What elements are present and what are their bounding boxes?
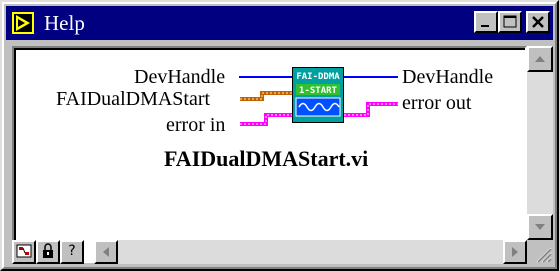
scroll-down-button[interactable]	[527, 214, 553, 240]
labview-arrow-icon	[12, 12, 34, 34]
wire-error-out	[344, 102, 398, 117]
online-help-button[interactable]: ?	[60, 240, 84, 264]
maximize-button[interactable]	[498, 11, 522, 33]
wire-faidualdmastart	[240, 91, 292, 101]
horizontal-scrollbar[interactable]	[94, 240, 527, 264]
arrow-left-icon	[103, 247, 109, 257]
vi-name: FAIDualDMAStart.vi	[164, 146, 369, 171]
scroll-right-button[interactable]	[503, 240, 527, 264]
lock-icon	[43, 243, 53, 258]
vertical-scrollbar[interactable]	[527, 46, 553, 240]
diagram-toggle-button[interactable]	[12, 240, 36, 264]
help-content-area: DevHandle FAIDualDMAStart error in DevHa…	[12, 46, 527, 263]
connector-pane-icon	[16, 244, 32, 258]
scroll-left-button[interactable]	[94, 240, 118, 264]
resize-grip-icon	[536, 247, 552, 263]
close-button[interactable]	[526, 11, 550, 33]
minimize-button[interactable]	[474, 11, 498, 33]
title-bar[interactable]: Help	[6, 6, 553, 40]
resize-grip[interactable]	[529, 240, 553, 264]
vi-icon-graphic: FAI-DDMA 1-START	[293, 68, 343, 122]
lock-button[interactable]	[36, 240, 60, 264]
minimize-icon	[481, 25, 489, 27]
maximize-icon	[503, 15, 517, 28]
arrow-down-icon	[535, 224, 545, 230]
vi-icon-text-line1: FAI-DDMA	[296, 72, 340, 82]
window-title: Help	[44, 11, 85, 35]
vi-icon: FAI-DDMA 1-START	[292, 67, 344, 123]
close-icon	[532, 16, 544, 28]
scroll-up-button[interactable]	[527, 46, 553, 72]
question-mark-icon: ?	[68, 243, 76, 259]
help-window: Help DevHandle FAIDualDMAStart error in …	[0, 0, 559, 271]
arrow-up-icon	[535, 56, 545, 62]
arrow-right-icon	[512, 247, 518, 257]
vi-icon-text-line2: 1-START	[299, 86, 338, 96]
